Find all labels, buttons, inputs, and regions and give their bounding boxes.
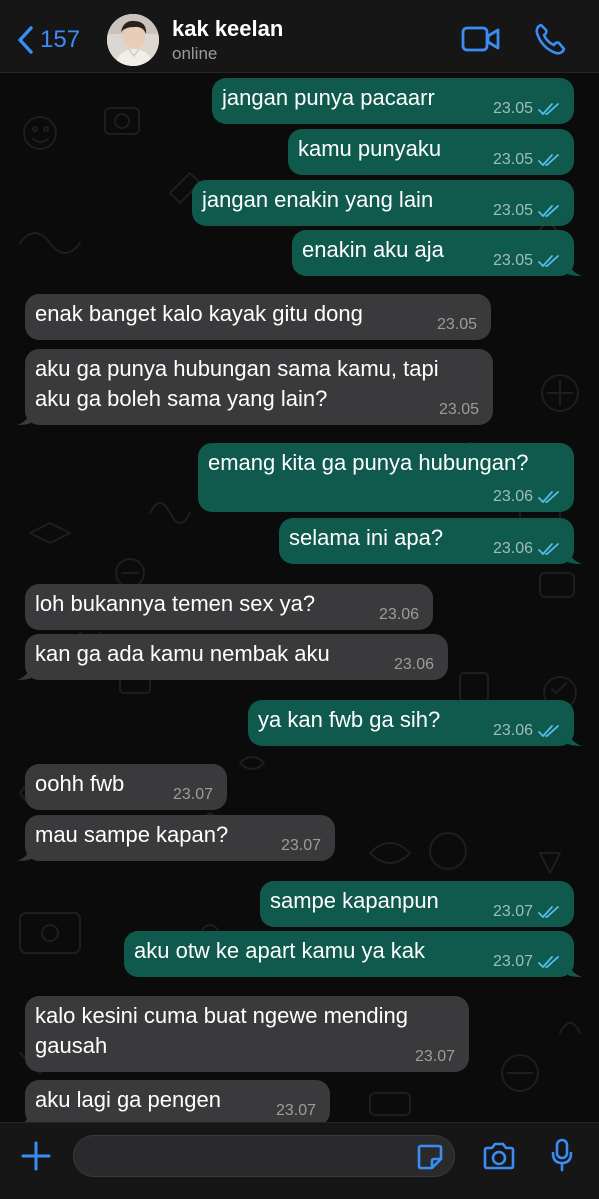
double-check-icon (538, 205, 559, 217)
message-meta: 23.06 (394, 657, 434, 673)
bubble-tail (24, 1110, 31, 1122)
bubble-tail (17, 409, 31, 425)
avatar-image (107, 14, 159, 66)
message-time: 23.07 (280, 837, 321, 854)
sticker-button[interactable] (416, 1143, 444, 1176)
message-time: 23.07 (414, 1048, 455, 1065)
message-text: kan ga ada kamu nembak aku (35, 641, 330, 666)
incoming-message[interactable]: mau sampe kapan? 23.07 (17, 815, 335, 861)
message-meta: 23.05 (493, 203, 560, 219)
outgoing-message[interactable]: kamu punyaku 23.05 (288, 129, 574, 175)
microphone-button[interactable] (550, 1138, 574, 1177)
message-time: 23.07 (172, 786, 213, 803)
message-time: 23.05 (492, 202, 533, 219)
message-time: 23.06 (492, 488, 533, 505)
incoming-message[interactable]: aku lagi ga pengen 23.07 (24, 1080, 330, 1122)
message-meta: 23.07 (493, 904, 560, 920)
message-meta: 23.05 (493, 152, 560, 168)
message-meta: 23.05 (439, 402, 479, 418)
back-button[interactable]: 157 (16, 22, 80, 58)
incoming-message[interactable]: kalo kesini cuma buat ngewe mending gaus… (25, 996, 469, 1072)
message-time: 23.05 (492, 100, 533, 117)
chat-header: 157 kak keelan online (0, 0, 599, 73)
bubble-tail (568, 548, 582, 564)
bubble-tail (568, 260, 582, 276)
double-check-icon (538, 956, 559, 968)
camera-button[interactable] (482, 1141, 516, 1176)
incoming-message[interactable]: kan ga ada kamu nembak aku 23.06 (17, 634, 448, 680)
double-check-icon (538, 543, 559, 555)
contact-status: online (172, 44, 218, 63)
message-meta: 23.07 (173, 787, 213, 803)
chevron-left-icon (18, 26, 33, 54)
message-text: loh bukannya temen sex ya? (35, 591, 316, 616)
message-meta: 23.05 (437, 317, 477, 333)
incoming-message[interactable]: loh bukannya temen sex ya? 23.06 (25, 584, 433, 630)
attach-button[interactable] (20, 1140, 52, 1177)
double-check-icon (538, 154, 559, 166)
outgoing-message[interactable]: selama ini apa? 23.06 (279, 518, 582, 564)
message-text: aku ga punya hubungan sama kamu, tapi ak… (35, 356, 439, 411)
message-meta: 23.06 (493, 541, 560, 557)
outgoing-message[interactable]: jangan punya pacaarr 23.05 (212, 78, 574, 124)
message-meta: 23.07 (415, 1049, 455, 1065)
message-meta: 23.05 (493, 101, 560, 117)
message-time: 23.06 (393, 656, 434, 673)
double-check-icon (538, 906, 559, 918)
message-input[interactable] (73, 1135, 455, 1177)
outgoing-message[interactable]: ya kan fwb ga sih? 23.06 (248, 700, 582, 746)
message-text: kalo kesini cuma buat ngewe mending gaus… (35, 1003, 409, 1058)
message-list[interactable]: jangan punya pacaarr 23.05 kamu punyaku 23.… (0, 73, 599, 1122)
message-meta: 23.07 (276, 1103, 316, 1119)
outgoing-message[interactable]: jangan enakin yang lain 23.05 (192, 180, 574, 226)
message-text: enak banget kalo kayak gitu dong (35, 301, 363, 326)
double-check-icon (538, 725, 559, 737)
double-check-icon (538, 103, 559, 115)
microphone-icon (551, 1138, 573, 1172)
message-time: 23.07 (492, 903, 533, 920)
message-time: 23.06 (492, 722, 533, 739)
message-text: emang kita ga punya hubungan? (208, 450, 529, 475)
bubble-tail (568, 961, 582, 977)
message-meta: 23.06 (379, 607, 419, 623)
incoming-message[interactable]: aku ga punya hubungan sama kamu, tapi ak… (17, 349, 493, 425)
message-time: 23.05 (492, 252, 533, 269)
video-camera-icon (461, 26, 500, 52)
message-time: 23.05 (492, 151, 533, 168)
phone-icon (535, 23, 566, 55)
outgoing-message[interactable]: sampe kapanpun 23.07 (260, 881, 574, 927)
bubble-tail (17, 845, 31, 861)
camera-icon (483, 1142, 515, 1170)
message-time: 23.05 (438, 401, 479, 418)
message-meta: 23.06 (493, 489, 560, 505)
contact-name[interactable]: kak keelan (172, 16, 283, 42)
message-time: 23.07 (275, 1102, 316, 1119)
message-meta: 23.05 (493, 253, 560, 269)
incoming-message[interactable]: enak banget kalo kayak gitu dong 23.05 (25, 294, 491, 340)
outgoing-message[interactable]: enakin aku aja 23.05 (292, 230, 582, 276)
voice-call-button[interactable] (533, 22, 567, 61)
incoming-message[interactable]: oohh fwb 23.07 (25, 764, 227, 810)
unread-count: 157 (40, 26, 81, 53)
sticker-icon (417, 1144, 443, 1170)
double-check-icon (538, 491, 559, 503)
avatar[interactable] (107, 14, 159, 66)
plus-icon (21, 1141, 51, 1171)
composer-bar (0, 1122, 599, 1199)
message-time: 23.05 (436, 316, 477, 333)
outgoing-message[interactable]: emang kita ga punya hubungan? 23.06 (198, 443, 574, 512)
message-meta: 23.06 (493, 723, 560, 739)
outgoing-message[interactable]: aku otw ke apart kamu ya kak 23.07 (124, 931, 582, 977)
message-time: 23.07 (492, 953, 533, 970)
message-time: 23.06 (492, 540, 533, 557)
double-check-icon (538, 255, 559, 267)
message-meta: 23.07 (493, 954, 560, 970)
bubble-tail (568, 730, 582, 746)
message-meta: 23.07 (281, 838, 321, 854)
video-call-button[interactable] (461, 24, 501, 59)
bubble-tail (17, 664, 31, 680)
message-time: 23.06 (378, 606, 419, 623)
